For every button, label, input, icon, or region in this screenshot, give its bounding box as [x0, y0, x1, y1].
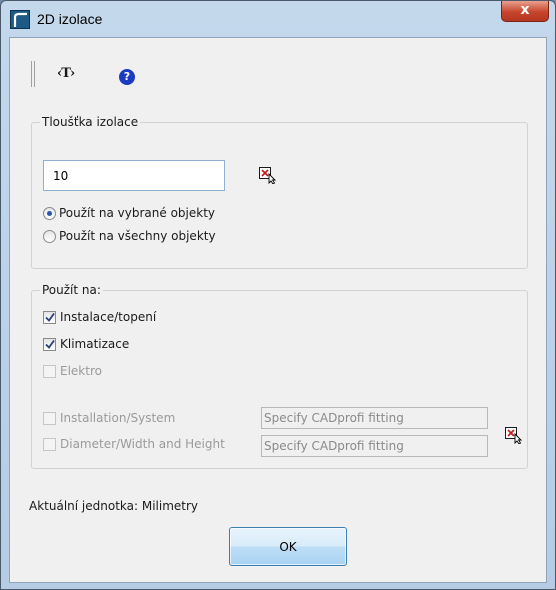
radio-label: Použít na vybrané objekty: [59, 206, 216, 220]
text-tool-button[interactable]: ‹T›: [57, 66, 75, 81]
checkbox-label: Diameter/Width and Height: [60, 437, 225, 451]
title-bar[interactable]: 2D izolace x: [1, 1, 555, 37]
current-unit-label: Aktuální jednotka: Milimetry: [29, 499, 199, 513]
radio-button[interactable]: [43, 230, 56, 243]
checkbox-label: Elektro: [60, 364, 102, 378]
close-icon: x: [520, 2, 530, 18]
diameter-width-height-fitting-field[interactable]: [261, 435, 488, 457]
dialog-window: 2D izolace x ‹T› ? Tloušťka izolace Použ…: [0, 0, 556, 590]
app-icon: [10, 10, 30, 29]
pick-object-icon[interactable]: [258, 166, 278, 185]
checkbox-label: Installation/System: [60, 411, 176, 425]
checkbox[interactable]: [43, 338, 56, 351]
checkbox-label: Instalace/topení: [60, 310, 157, 324]
checkbox-label: Klimatizace: [60, 337, 130, 351]
pick-fitting-icon[interactable]: [504, 426, 524, 445]
radio-label: Použít na všechny objekty: [59, 229, 216, 243]
checkbox: [43, 365, 56, 378]
apply-group-legend: Použít na:: [40, 283, 103, 297]
ok-button[interactable]: OK: [229, 527, 347, 566]
checkbox[interactable]: [43, 311, 56, 324]
help-icon[interactable]: ?: [119, 69, 135, 85]
checkbox: [43, 438, 56, 451]
close-button[interactable]: x: [501, 1, 549, 22]
dialog-client: ‹T› ? Tloušťka izolace Použít na vybrané…: [9, 37, 547, 583]
toolbar-grip[interactable]: [31, 61, 35, 87]
installation-system-fitting-field[interactable]: [261, 407, 488, 429]
thickness-group-legend: Tloušťka izolace: [40, 115, 141, 129]
apply-group: Použít na: Instalace/topení Klimatizace …: [31, 283, 528, 469]
checkbox: [43, 412, 56, 425]
thickness-group: Tloušťka izolace Použít na vybrané objek…: [31, 115, 528, 269]
window-title: 2D izolace: [37, 11, 103, 27]
thickness-input[interactable]: [43, 160, 225, 191]
radio-button[interactable]: [43, 207, 56, 220]
